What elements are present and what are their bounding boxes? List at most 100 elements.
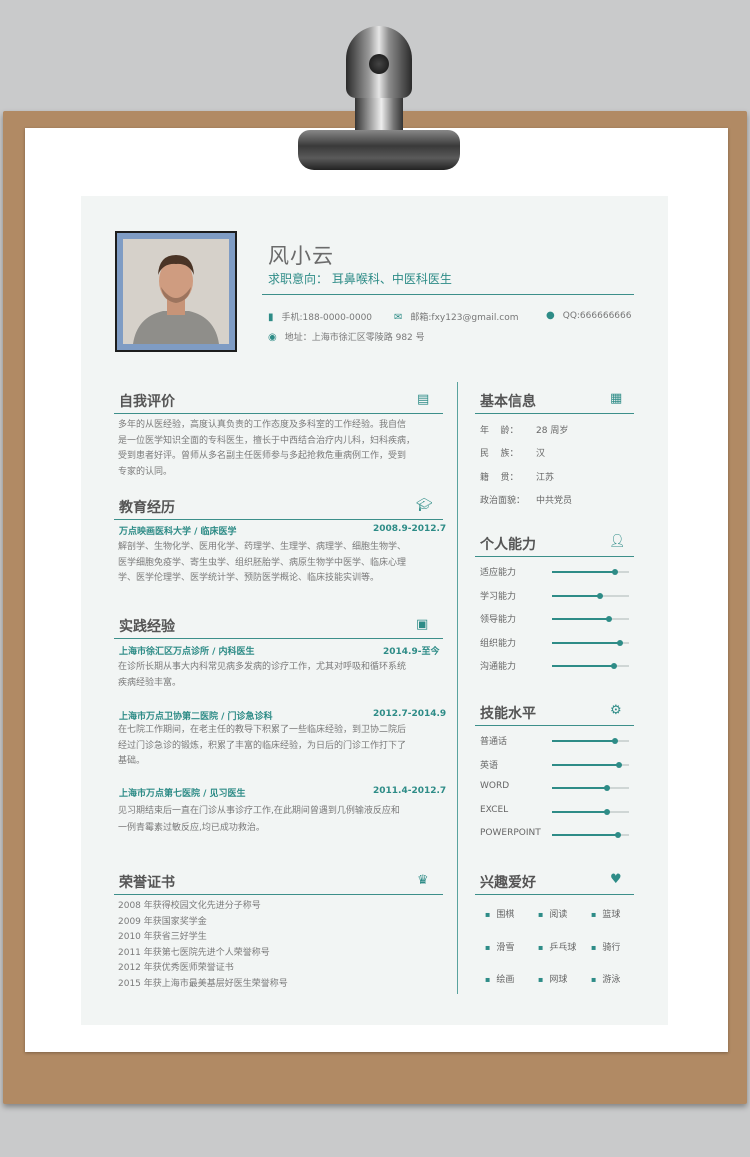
basic-info-label: 民 族： (480, 449, 519, 459)
heart-icon: ♥ (610, 872, 622, 887)
ability-bar (552, 639, 629, 646)
basic-info-label: 籍 贯： (480, 473, 519, 483)
ability-bar-fill (552, 641, 620, 644)
ability-bar-fill (552, 594, 600, 597)
phone-icon: ▮ (268, 312, 274, 323)
skills-bar-fill (552, 740, 615, 742)
job-intent-value: 耳鼻喉科、中医科医生 (331, 272, 452, 286)
ability-bar-knob (617, 639, 623, 646)
skills-bar-knob (604, 808, 610, 815)
hobby-item: 篮球 (591, 907, 620, 920)
briefcase-icon: ▣ (416, 617, 429, 632)
practice-line: 基础。 (118, 756, 146, 766)
hobbies-title: 兴趣爱好 (480, 875, 536, 891)
ability-label: 组织能力 (480, 638, 517, 649)
basic-info-row: 年 龄： 28 周岁 (480, 423, 568, 436)
self-eval-text: 多年的从医经验，高度认真负责的工作态度及多科室的工作经验。我自信 是一位医学知识… (118, 418, 415, 480)
hobby-item: 网球 (538, 972, 567, 985)
skills-bar-knob (612, 738, 618, 744)
qq-icon: ● (546, 310, 555, 321)
practice-line: 一例青霉素过敏反应,均已成功救治。 (118, 823, 265, 833)
email-text: 邮箱:fxy123@gmail.com (410, 313, 519, 323)
honor-item: 2015 年获上海市最美基层好医生荣誉称号 (118, 978, 288, 989)
hobby-item: 游泳 (591, 972, 620, 985)
hobby-item: 乒乓球 (538, 940, 576, 953)
clip-ring (346, 26, 412, 98)
hobby-item: 绘画 (485, 972, 514, 985)
skills-bar-fill (552, 834, 618, 836)
self-eval-divider (114, 413, 443, 414)
ability-bar-knob (597, 592, 603, 599)
practice-item-date: 2012.7-2014.9 (373, 709, 447, 719)
self-eval-line: 受到患者好评。曾师从多名副主任医师参与多起抢救危重病例工作，受到 (118, 451, 407, 461)
practice-divider (114, 638, 443, 639)
ability-bar-fill (552, 571, 615, 573)
skills-bar-fill (552, 787, 607, 789)
gear-icon: ⚙ (610, 703, 622, 718)
basic-info-label: 政治面貌： (480, 496, 526, 506)
header-divider (262, 294, 634, 295)
candidate-name: 风小云 (268, 244, 334, 268)
ability-label: 学习能力 (480, 591, 517, 602)
portrait-image (123, 239, 229, 344)
education-courses: 解剖学、生物化学、医用化学、药理学、生理学、病理学、细胞生物学、 医学细胞免疫学… (118, 540, 406, 587)
ability-title: 个人能力 (480, 537, 536, 553)
self-eval-line: 专家的认同。 (118, 466, 173, 477)
honor-item: 2009 年获国家奖学金 (118, 916, 207, 927)
skills-label: POWERPOINT (480, 828, 541, 838)
ability-bar-knob (612, 569, 618, 575)
comment-icon: ▤ (417, 392, 430, 407)
honor-item: 2008 年获得校园文化先进分子称号 (118, 901, 261, 911)
phone-text: 手机:188-0000-0000 (281, 313, 373, 323)
ability-bar-knob (606, 616, 612, 622)
practice-item-head: 上海市徐汇区万点诊所 / 内科医生 (119, 647, 255, 657)
hobby-item: 围棋 (485, 907, 514, 920)
hobby-item: 滑雪 (485, 940, 514, 953)
skills-bar-fill (552, 763, 619, 766)
ability-divider (475, 556, 634, 557)
hobby-item: 阅读 (538, 907, 567, 920)
job-intent-label: 求职意向： (268, 272, 329, 286)
basic-info-label: 年 龄： (480, 426, 519, 436)
location-icon: ◉ (268, 332, 277, 343)
education-title: 教育经历 (119, 500, 175, 516)
practice-item-head: 上海市万点卫协第二医院 / 门诊急诊科 (119, 712, 273, 722)
practice-item-date: 2014.9-至今 (383, 647, 440, 657)
practice-item-desc: 在诊所长期从事大内科常见病多发病的诊疗工作，尤其对呼吸和循环系统 疾病经验丰富。 (118, 660, 406, 691)
basic-info-divider (475, 413, 634, 414)
honors-divider (114, 894, 443, 895)
education-school: 万点映画医科大学 / 临床医学 (119, 527, 237, 537)
profile-photo (115, 231, 237, 352)
graduation-cap-icon: 🎓︎ (416, 498, 433, 513)
education-line: 解剖学、生物化学、医用化学、药理学、生理学、病理学、细胞生物学、 (118, 542, 407, 552)
column-divider (457, 382, 458, 994)
practice-line: 在诊所长期从事大内科常见病多发病的诊疗工作，尤其对呼吸和循环系统 (118, 662, 407, 672)
ability-bar-knob (611, 663, 617, 669)
honors-title: 荣誉证书 (119, 875, 175, 891)
skills-bar-knob (604, 785, 610, 791)
practice-item-date: 2011.4-2012.7 (373, 786, 447, 796)
self-eval-line: 多年的从医经验，高度认真负责的工作态度及多科室的工作经验。我自信 (118, 420, 407, 430)
ability-label: 适应能力 (480, 568, 517, 578)
ability-label: 领导能力 (480, 615, 517, 625)
honor-item: 2011 年获第七医院先进个人荣誉称号 (118, 947, 270, 958)
education-divider (114, 519, 443, 520)
skills-label: EXCEL (480, 804, 509, 815)
basic-info-row: 民 族： 汉 (480, 446, 545, 459)
add-user-icon: 👤︎ (609, 534, 626, 549)
skills-label: 英语 (480, 760, 499, 771)
ability-bar (552, 663, 629, 669)
contact-qq: ● QQ:666666666 (546, 310, 631, 321)
ability-bar (552, 616, 629, 622)
education-date: 2008.9-2012.7 (373, 524, 447, 534)
self-eval-line: 是一位医学知识全面的专科医生，擅长于中西结合治疗内儿科，妇科疾病， (118, 435, 416, 446)
practice-line: 疾病经验丰富。 (118, 677, 182, 688)
self-eval-title: 自我评价 (119, 394, 175, 410)
clip-base (298, 130, 460, 170)
basic-info-value: 28 周岁 (536, 426, 569, 436)
practice-line: 经过门诊急诊的锻炼，积累了丰富的临床经验，为日后的门诊工作打下了 (118, 740, 407, 751)
skills-bar-knob (616, 761, 622, 768)
skills-title: 技能水平 (480, 706, 536, 722)
basic-info-value: 江苏 (536, 473, 555, 483)
practice-item-desc: 在七院工作期间，在老主任的教导下积累了一些临床经验，到卫协二院后 经过门诊急诊的… (118, 723, 406, 770)
